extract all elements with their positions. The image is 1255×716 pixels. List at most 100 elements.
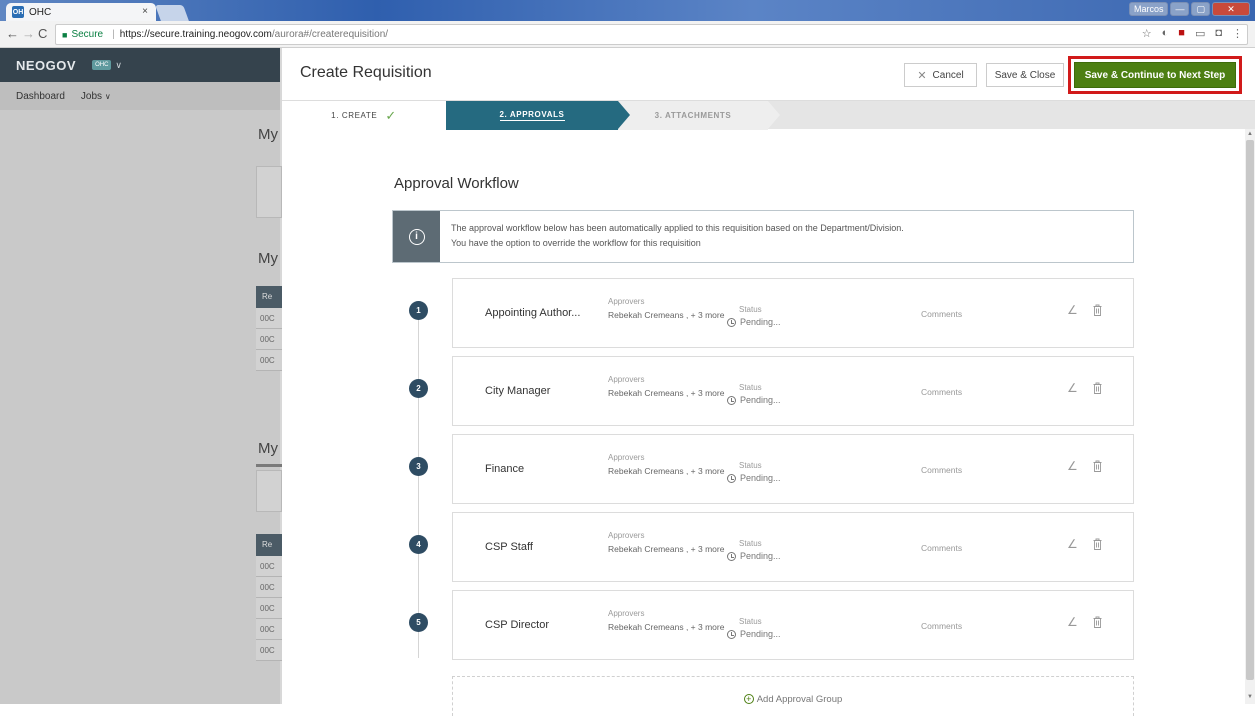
approvers-value[interactable]: Rebekah Cremeans , + 3 more (608, 543, 726, 555)
comments-link[interactable]: Comments (921, 543, 962, 553)
status-label: Status (739, 305, 762, 314)
approval-group-card: Finance Approvers Rebekah Cremeans , + 3 m… (452, 434, 1134, 504)
maximize-icon[interactable]: ▢ (1191, 2, 1210, 16)
favicon-icon: OH (12, 6, 24, 18)
edit-pencil-icon[interactable]: ∠ (1067, 615, 1078, 629)
approval-group-card: CSP Director Approvers Rebekah Cremeans , … (452, 590, 1134, 660)
table-row: 00C (256, 577, 282, 598)
bg-heading: My (258, 250, 278, 267)
window-user-badge[interactable]: Marcos (1128, 2, 1169, 16)
status-value: Pending... (727, 395, 781, 405)
trash-icon[interactable] (1093, 538, 1102, 550)
edit-pencil-icon[interactable]: ∠ (1067, 459, 1078, 473)
group-step-number: 2 (409, 379, 428, 398)
forward-icon[interactable]: → (22, 26, 35, 41)
neogov-logo[interactable]: NEOGOV (16, 58, 76, 73)
info-icon: i (408, 228, 425, 245)
trash-icon[interactable] (1093, 382, 1102, 394)
comments-link[interactable]: Comments (921, 309, 962, 319)
approvers-value[interactable]: Rebekah Cremeans , + 3 more (608, 465, 726, 477)
approvers-label: Approvers (608, 375, 645, 384)
workflow-timeline (418, 308, 419, 658)
step-label: 3. ATTACHMENTS (654, 111, 732, 120)
edit-pencil-icon[interactable]: ∠ (1067, 303, 1078, 317)
table-row: 00C (256, 350, 282, 371)
edit-pencil-icon[interactable]: ∠ (1067, 537, 1078, 551)
bg-card (256, 470, 282, 512)
table-row: 00C (256, 329, 282, 350)
browser-tab[interactable]: OH OHC × (6, 3, 156, 21)
edit-pencil-icon[interactable]: ∠ (1067, 381, 1078, 395)
group-name: CSP Director (485, 619, 549, 631)
scroll-down-icon[interactable]: ▼ (1247, 694, 1253, 700)
new-tab-button[interactable] (155, 5, 189, 21)
status-value: Pending... (727, 551, 781, 561)
group-step-number: 3 (409, 457, 428, 476)
step-attachments[interactable]: 3. ATTACHMENTS (618, 101, 768, 130)
status-label: Status (739, 539, 762, 548)
status-value: Pending... (727, 629, 781, 639)
app-top-nav: NEOGOV OHC ∨ (0, 48, 280, 82)
section-title: Approval Workflow (394, 175, 519, 192)
table-row: 00C (256, 308, 282, 329)
minimize-icon[interactable]: — (1170, 2, 1190, 16)
group-step-number: 1 (409, 301, 428, 320)
table-row: 00C (256, 598, 282, 619)
save-close-button[interactable]: Save & Close (986, 63, 1064, 87)
step-create[interactable]: 1. CREATE ✓ (282, 101, 446, 130)
back-icon[interactable]: ← (6, 26, 19, 41)
clock-icon (727, 551, 736, 561)
highlight-annotation (1068, 56, 1242, 94)
approvers-label: Approvers (608, 609, 645, 618)
add-group-label: Add Approval Group (756, 694, 843, 705)
approvers-value[interactable]: Rebekah Cremeans , + 3 more (608, 621, 726, 633)
menu-kebab-icon[interactable]: ⋮ (1232, 27, 1243, 40)
extension-icon[interactable]: ◐ (1162, 27, 1169, 40)
chevron-down-icon[interactable]: ∨ (115, 60, 122, 71)
clock-icon (727, 395, 736, 405)
comments-link[interactable]: Comments (921, 387, 962, 397)
bookmark-star-icon[interactable]: ☆ (1142, 27, 1152, 40)
comments-link[interactable]: Comments (921, 465, 962, 475)
approvers-value[interactable]: Rebekah Cremeans , + 3 more (608, 309, 726, 321)
bg-heading: My (258, 440, 278, 457)
trash-icon[interactable] (1093, 304, 1102, 316)
trash-icon[interactable] (1093, 616, 1102, 628)
group-name: Finance (485, 463, 525, 475)
add-approval-group-button[interactable]: + Add Approval Group (452, 676, 1134, 716)
reload-icon[interactable]: C (38, 26, 47, 41)
step-approvals[interactable]: 2. APPROVALS (446, 101, 618, 130)
plus-icon: + (743, 694, 754, 704)
extension-icon[interactable]: ◘ (1215, 27, 1222, 40)
window-controls: Marcos — ▢ ✕ (1128, 2, 1250, 16)
approvers-label: Approvers (608, 531, 645, 540)
approvers-value[interactable]: Rebekah Cremeans , + 3 more (608, 387, 726, 399)
nav-dashboard[interactable]: Dashboard (16, 91, 65, 102)
url-path: /aurora#/createrequisition/ (271, 29, 389, 40)
trash-icon[interactable] (1093, 460, 1102, 472)
nav-jobs[interactable]: Jobs ∨ (81, 91, 111, 102)
window-close-icon[interactable]: ✕ (1212, 2, 1250, 16)
modal-title: Create Requisition (300, 64, 432, 81)
info-banner: i The approval workflow below has been a… (392, 210, 1134, 263)
modal-header: Create Requisition ✕ Cancel Save & Close… (282, 48, 1255, 100)
dashboard-content: My My Re 00C 00C 00C My Re 00C 00C 00C 0… (0, 110, 282, 704)
org-badge[interactable]: OHC (92, 60, 112, 70)
url-separator: | (112, 29, 115, 40)
close-icon: ✕ (917, 69, 927, 82)
pdf-extension-icon[interactable]: ■ (1178, 27, 1185, 40)
url-input[interactable]: ■ Secure | https://secure.training.neogo… (55, 24, 1248, 45)
status-value: Pending... (727, 473, 781, 483)
wizard-steps: 1. CREATE ✓ 2. APPROVALS 3. ATTACHMENTS (282, 100, 1255, 130)
cancel-button[interactable]: ✕ Cancel (904, 63, 977, 87)
extension-icons: ☆ ◐ ■ ▭ ◘ ⋮ (1142, 27, 1243, 40)
check-icon: ✓ (385, 107, 397, 123)
comments-link[interactable]: Comments (921, 621, 962, 631)
cast-icon[interactable]: ▭ (1195, 27, 1205, 40)
step-divider (618, 101, 630, 129)
scrollbar-thumb[interactable] (1246, 140, 1254, 680)
tab-close-icon[interactable]: × (142, 6, 148, 17)
scroll-up-icon[interactable]: ▲ (1247, 131, 1253, 137)
chevron-down-icon: ∨ (104, 91, 111, 101)
group-name: CSP Staff (485, 541, 533, 553)
